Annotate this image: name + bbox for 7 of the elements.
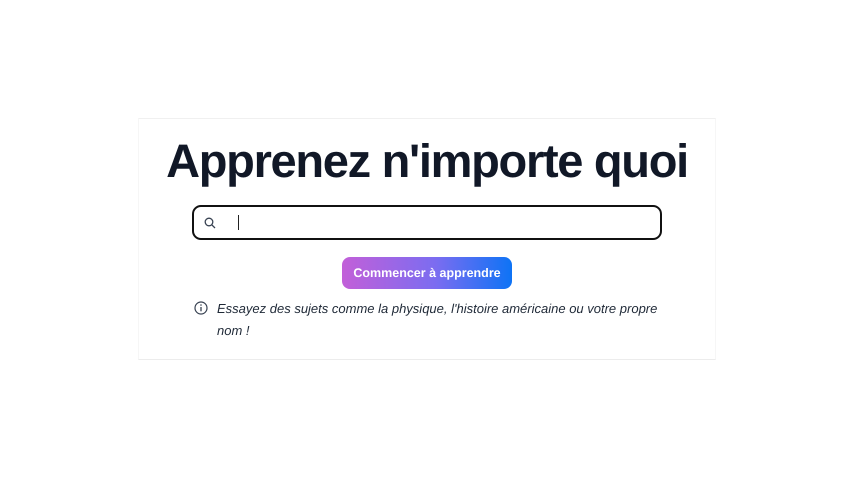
search-field[interactable] xyxy=(192,205,662,240)
info-icon xyxy=(194,301,208,315)
text-cursor xyxy=(238,215,239,230)
page-title: Apprenez n'importe quoi xyxy=(166,133,688,189)
start-button[interactable]: Commencer à apprendre xyxy=(342,257,512,289)
search-icon xyxy=(204,216,216,228)
hint-text: Essayez des sujets comme la physique, l'histoire américaine ou votre propre nom ! xyxy=(217,300,658,340)
